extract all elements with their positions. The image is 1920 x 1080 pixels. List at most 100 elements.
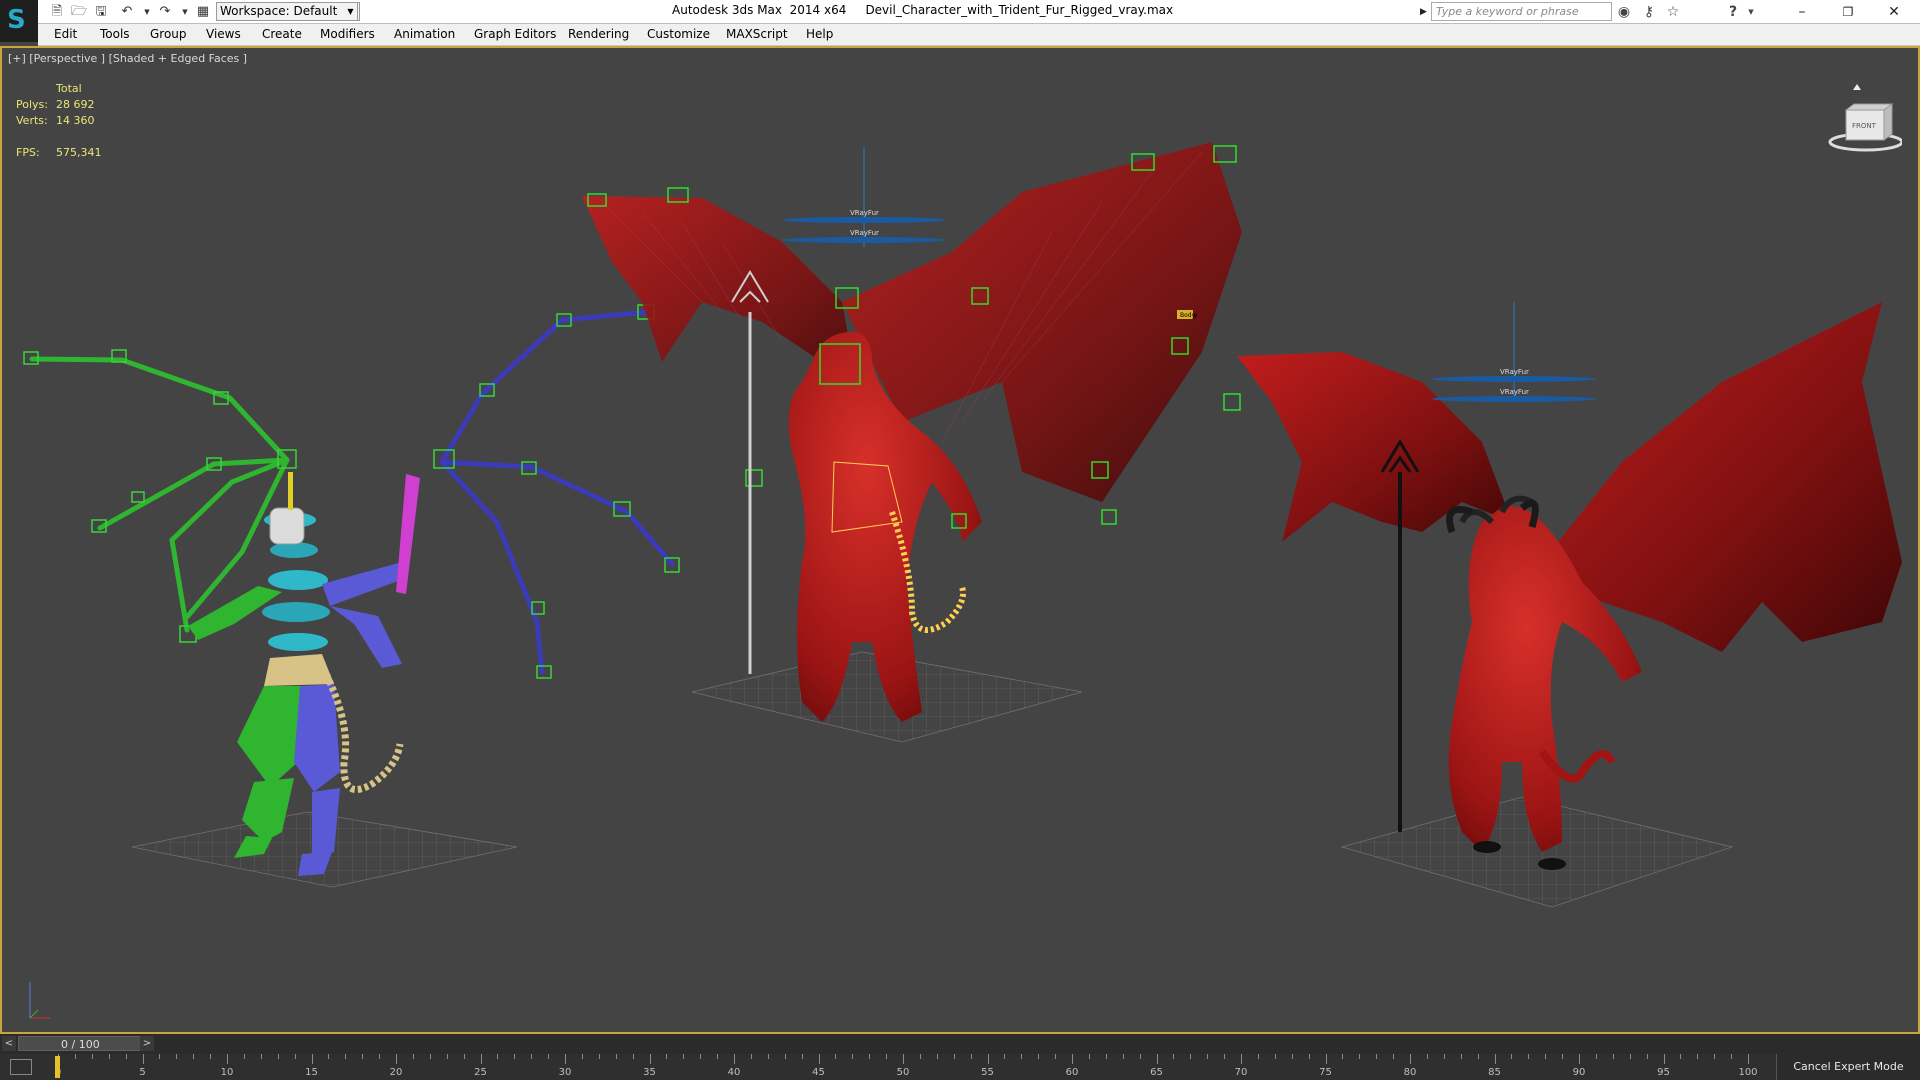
ruler-label: 60 [1065,1067,1079,1078]
undo-icon[interactable]: ↶ [118,3,136,21]
time-prev-button[interactable]: < [2,1036,16,1051]
ruler-tick [1021,1054,1023,1059]
ruler-label: 15 [305,1067,318,1078]
menu-views[interactable]: Views [206,27,241,41]
perspective-viewport[interactable]: Body Body VRayFur VRayFur [0,46,1920,1034]
ruler-tick [1545,1054,1547,1059]
key-icon[interactable]: ⚷ [1640,3,1658,21]
menu-bar: Edit Tools Group Views Create Modifiers … [38,24,1920,46]
help-dropdown-icon[interactable]: ▼ [1742,3,1760,21]
new-icon[interactable]: 🗎 [48,3,66,21]
stats-polys-label: Polys: [16,98,48,111]
ruler-tick [666,1054,668,1059]
redo-icon[interactable]: ↷ [156,3,174,21]
menu-create[interactable]: Create [262,27,302,41]
ruler-label: 95 [1657,1067,1670,1078]
menu-animation[interactable]: Animation [394,27,455,41]
workspace-dropdown[interactable]: Workspace: Default ▼ [216,2,360,21]
close-button[interactable]: ✕ [1872,0,1916,24]
ruler-tick [227,1054,228,1064]
menu-graph-editors[interactable]: Graph Editors [474,27,556,41]
scene-render[interactable]: Body Body VRayFur VRayFur [2,48,1918,1032]
stats-verts-value: 14 360 [56,114,95,127]
viewport-label[interactable]: [+] [Perspective ] [Shaded + Edged Faces… [8,52,247,65]
menu-group[interactable]: Group [150,27,187,41]
ruler-tick [412,1054,414,1059]
ruler-label: 10 [220,1067,234,1078]
ruler-tick [379,1054,381,1059]
menu-edit[interactable]: Edit [54,27,77,41]
textured-devil-character[interactable] [1237,302,1902,870]
binoculars-icon[interactable]: ◉ [1615,3,1633,21]
menu-tools[interactable]: Tools [100,27,130,41]
svg-text:Body: Body [1180,312,1196,319]
ruler-tick [1038,1054,1040,1059]
restore-button[interactable]: ❐ [1826,0,1870,24]
minimize-button[interactable]: – [1780,0,1824,24]
menu-rendering[interactable]: Rendering [568,27,629,41]
ruler-tick [497,1054,499,1059]
ruler-tick [74,1054,76,1059]
ruler-tick [1342,1054,1344,1059]
ruler-tick [1207,1054,1209,1059]
vrayfur-helper-center[interactable]: VRayFur VRayFur [782,147,946,247]
workspace-menu-button[interactable]: ▼ [344,2,358,21]
wireframe-devil-character[interactable]: Body Body [582,142,1242,722]
viewcube[interactable]: FRONT [1822,78,1902,158]
ruler-tick [1511,1054,1513,1059]
ruler-tick [801,1054,803,1059]
window-title: Autodesk 3ds Max 2014 x64 Devil_Characte… [672,3,1173,17]
ruler-tick [1528,1054,1530,1059]
project-icon[interactable]: ▦ [194,3,212,21]
ruler-label: 35 [643,1067,656,1078]
frame-ruler[interactable]: 0510152025303540455055606570758085909510… [54,1054,1764,1080]
stats-fps-label: FPS: [16,146,40,159]
ruler-tick [1274,1054,1276,1059]
undo-dropdown-icon[interactable]: ▼ [138,3,156,21]
ruler-tick [548,1054,550,1059]
menu-help[interactable]: Help [806,27,833,41]
ruler-tick [649,1054,651,1064]
star-icon[interactable]: ☆ [1664,3,1682,21]
ruler-tick [1562,1054,1564,1059]
menu-customize[interactable]: Customize [647,27,710,41]
ruler-tick [1494,1054,1496,1064]
search-input[interactable]: Type a keyword or phrase [1431,2,1612,21]
bone-rig-character[interactable] [23,304,680,876]
vrayfur-label-3: VRayFur [1500,368,1529,376]
search-expand-icon[interactable]: ▶ [1420,3,1430,21]
help-icon[interactable]: ? [1724,3,1742,21]
stats-fps-value: 575,341 [56,146,102,159]
ruler-label: 30 [558,1067,572,1078]
menu-maxscript[interactable]: MAXScript [726,27,788,41]
ruler-tick [953,1054,955,1059]
redo-dropdown-icon[interactable]: ▼ [176,3,194,21]
ruler-tick [1443,1054,1445,1059]
ruler-tick [1393,1054,1395,1059]
menu-modifiers[interactable]: Modifiers [320,27,375,41]
open-icon[interactable]: 🗁 [70,3,88,21]
ruler-tick [1055,1054,1057,1059]
time-slider[interactable]: 0 / 100 [18,1036,154,1051]
title-bar: S 🗎 🗁 🖫 ↶ ▼ ↷ ▼ ▦ Workspace: Default▼ ▼ … [0,0,1920,42]
ruler-tick [970,1054,972,1059]
ruler-tick [1680,1054,1682,1059]
app-title: Autodesk 3ds Max 2014 x64 [672,3,847,17]
ruler-label: 65 [1150,1067,1163,1078]
cancel-expert-mode-button[interactable]: Cancel Expert Mode [1776,1054,1920,1080]
app-logo-icon[interactable]: S [0,0,38,42]
ruler-label: 20 [389,1067,403,1078]
ruler-tick [1241,1054,1242,1064]
time-next-button[interactable]: > [140,1036,154,1051]
vrayfur-helper-right[interactable]: VRayFur VRayFur [1432,302,1596,402]
ruler-tick [108,1054,110,1059]
ruler-tick [1579,1054,1580,1064]
mini-curve-editor-icon[interactable] [10,1059,32,1075]
ruler-tick [1257,1054,1259,1059]
ruler-tick [1173,1054,1175,1059]
ruler-tick [818,1054,820,1064]
ruler-label: 5 [139,1067,146,1078]
save-icon[interactable]: 🖫 [92,3,110,21]
time-cursor[interactable] [55,1056,60,1078]
ruler-tick [193,1054,195,1059]
